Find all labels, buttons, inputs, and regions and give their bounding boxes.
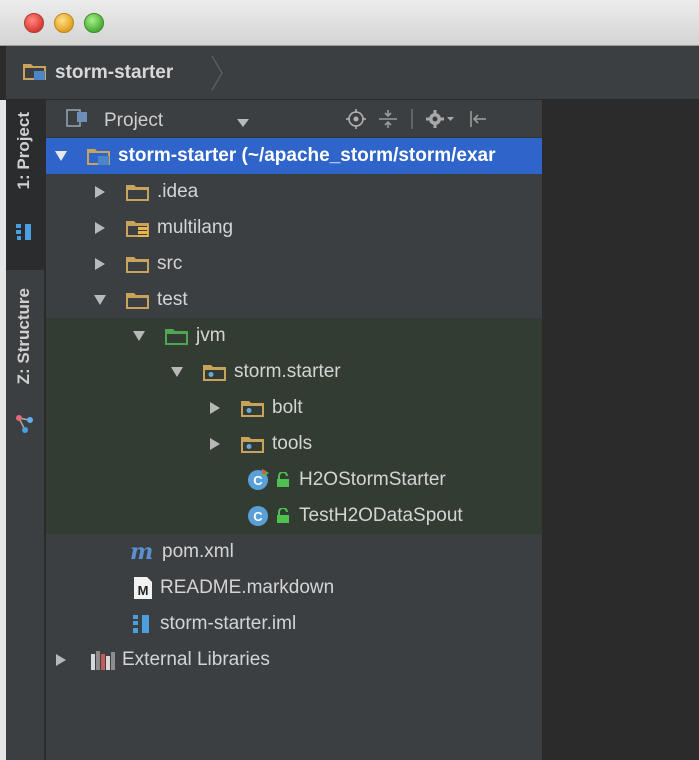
module-folder-icon (22, 61, 48, 86)
tab-project[interactable]: 1: Project (6, 100, 45, 270)
runnable-class-icon: C (246, 468, 270, 492)
folder-icon (125, 290, 151, 310)
tree-row-label: External Libraries (122, 649, 270, 670)
expanded-arrow-icon[interactable] (132, 329, 146, 343)
tree-row-multilang[interactable]: multilang (46, 210, 542, 246)
expanded-arrow-icon[interactable] (93, 293, 107, 307)
tree-row-test[interactable]: test (46, 282, 542, 318)
package-icon (240, 434, 266, 454)
tree-row-testh2odataspout[interactable]: C TestH2ODataSpout (46, 498, 542, 534)
breadcrumb-separator-icon (211, 55, 223, 91)
resource-folder-icon (125, 218, 151, 238)
tree-row-label: multilang (157, 217, 234, 238)
tab-structure[interactable]: Z: Structure (6, 280, 45, 450)
chevron-down-icon[interactable] (236, 115, 250, 133)
tree-row-label: test (157, 289, 188, 310)
navigation-bar: storm-starter (6, 46, 699, 100)
tree-row-label: tools (272, 433, 313, 454)
lock-icon (276, 472, 290, 488)
folder-icon (125, 254, 151, 274)
expanded-arrow-icon[interactable] (54, 149, 68, 163)
panel-toolbar (346, 107, 500, 131)
tree-row-bolt[interactable]: bolt (46, 390, 542, 426)
collapsed-arrow-icon[interactable] (208, 401, 222, 415)
package-icon (240, 398, 266, 418)
svg-text:m: m (130, 542, 153, 562)
tab-project-label: 1: Project (14, 112, 33, 190)
libraries-icon (90, 649, 116, 671)
project-panel: Project storm-starter (~/apache_storm/st… (46, 100, 542, 760)
project-panel-header: Project (46, 100, 542, 138)
tree-row-storm-starter[interactable]: storm-starter (~/apache_storm/storm/exar (46, 138, 542, 174)
module-folder-icon (86, 146, 112, 166)
tree-row-label: bolt (272, 397, 303, 418)
zoom-window-button[interactable] (84, 13, 104, 33)
project-view-label: Project (104, 109, 164, 131)
hide-panel-icon[interactable] (468, 109, 488, 129)
expanded-arrow-icon[interactable] (170, 365, 184, 379)
tree-row-label: storm.starter (234, 361, 341, 382)
tree-row-storm-starter-iml[interactable]: storm-starter.iml (46, 606, 542, 642)
close-window-button[interactable] (24, 13, 44, 33)
project-tool-icon (15, 222, 35, 247)
minimize-window-button[interactable] (54, 13, 74, 33)
breadcrumb-label: storm-starter (55, 62, 174, 83)
collapsed-arrow-icon[interactable] (54, 653, 68, 667)
breadcrumb-storm-starter[interactable]: storm-starter (22, 62, 173, 84)
iml-file-icon (132, 613, 154, 635)
tree-row-label: src (157, 253, 183, 274)
tab-structure-label: Z: Structure (14, 288, 33, 385)
tree-row-idea[interactable]: .idea (46, 174, 542, 210)
toolbar-separator (410, 108, 414, 130)
editor-area[interactable] (542, 100, 699, 760)
tree-row-label: TestH2ODataSpout (299, 505, 463, 526)
tree-row-label: storm-starter.iml (160, 613, 297, 634)
svg-text:M: M (138, 583, 149, 598)
svg-text:C: C (253, 473, 263, 488)
scroll-from-source-icon[interactable] (346, 109, 366, 129)
tree-row-storm-starter-package[interactable]: storm.starter (46, 354, 542, 390)
test-source-folder-icon (164, 326, 190, 346)
lock-icon (276, 508, 290, 524)
tree-row-label: storm-starter (~/apache_storm/storm/exar (118, 145, 496, 166)
collapsed-arrow-icon[interactable] (93, 185, 107, 199)
tool-window-strip: 1: Project Z: Structure (6, 100, 45, 760)
collapsed-arrow-icon[interactable] (93, 221, 107, 235)
collapsed-arrow-icon[interactable] (208, 437, 222, 451)
tree-row-readme[interactable]: M README.markdown (46, 570, 542, 606)
project-view-selector[interactable]: Project (66, 108, 163, 133)
tree-row-label: jvm (196, 325, 226, 346)
project-view-icon (66, 108, 92, 133)
tree-row-label: README.markdown (160, 577, 335, 598)
tree-row-h2ostormstarter[interactable]: C H2OStormStarter (46, 462, 542, 498)
collapsed-arrow-icon[interactable] (93, 257, 107, 271)
gear-icon[interactable] (426, 109, 456, 129)
tree-row-label: pom.xml (162, 541, 234, 562)
tree-row-src[interactable]: src (46, 246, 542, 282)
tree-row-external-libraries[interactable]: External Libraries (46, 642, 542, 678)
tree-row-jvm[interactable]: jvm (46, 318, 542, 354)
tree-row-tools[interactable]: tools (46, 426, 542, 462)
window-title-bar (0, 0, 699, 46)
structure-tool-icon (15, 414, 35, 439)
svg-text:C: C (253, 509, 263, 524)
tree-row-pom-xml[interactable]: m pom.xml (46, 534, 542, 570)
tree-row-label: .idea (157, 181, 199, 202)
markdown-file-icon: M (132, 576, 154, 600)
tree-row-label: H2OStormStarter (299, 469, 446, 490)
collapse-all-icon[interactable] (378, 109, 398, 129)
maven-icon: m (130, 542, 156, 562)
class-icon: C (246, 504, 270, 528)
folder-icon (125, 182, 151, 202)
package-icon (202, 362, 228, 382)
